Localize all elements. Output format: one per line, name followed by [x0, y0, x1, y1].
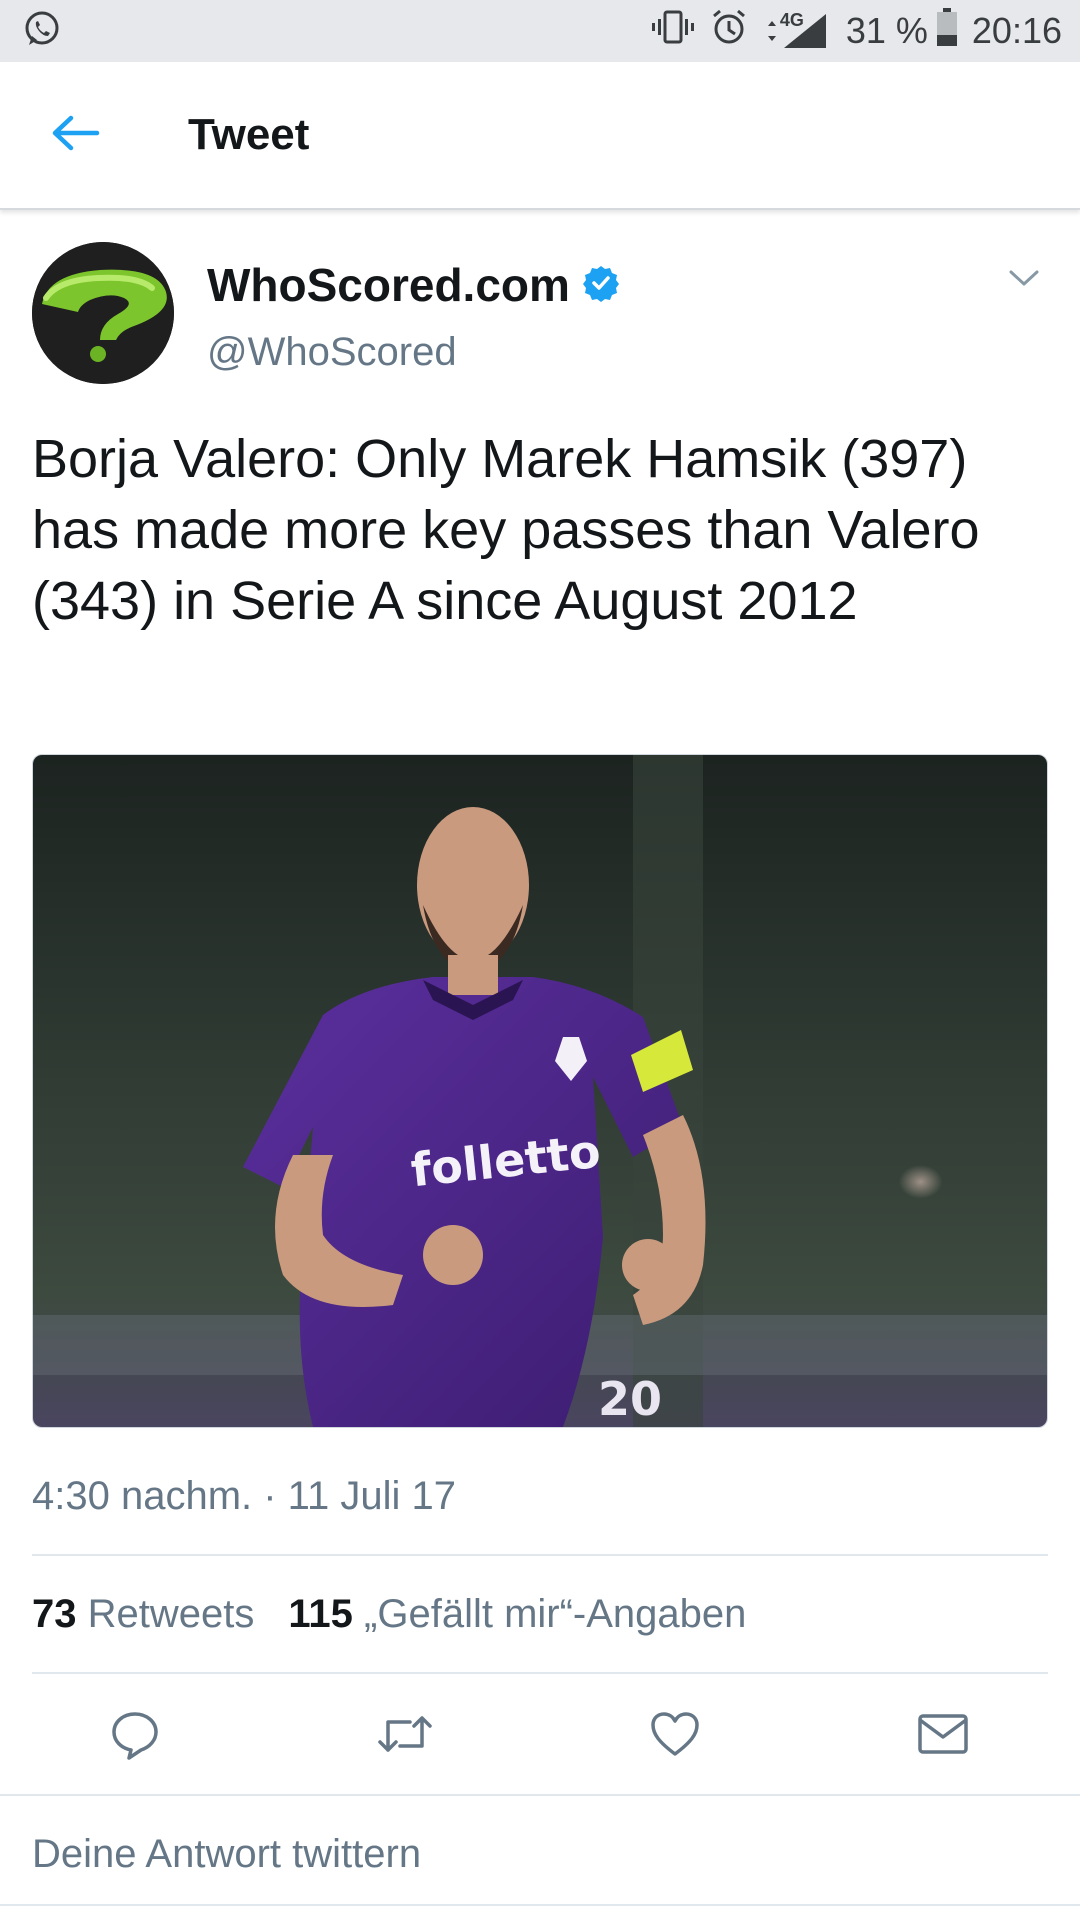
tweet-photo[interactable]: 20 folletto — [32, 754, 1048, 1428]
author-display-name[interactable]: WhoScored.com — [207, 258, 570, 312]
reply-input[interactable]: Deine Antwort twittern — [32, 1832, 421, 1877]
battery: 31 % — [846, 7, 958, 56]
network-type: 4G — [779, 10, 804, 30]
clock: 20:16 — [971, 10, 1062, 51]
retweets-label: Retweets — [87, 1592, 255, 1636]
reply-icon — [109, 1708, 161, 1765]
divider — [0, 1794, 1080, 1796]
reply-button[interactable] — [85, 1676, 185, 1796]
arrow-left-icon — [49, 113, 101, 158]
chevron-down-icon — [1008, 268, 1040, 293]
tweet-menu-button[interactable] — [1000, 256, 1048, 304]
like-button[interactable] — [625, 1676, 725, 1796]
vibrate-icon — [650, 9, 696, 54]
author-info: WhoScored.com @WhoScored — [207, 258, 620, 375]
divider — [32, 1554, 1048, 1556]
battery-icon — [936, 7, 958, 56]
battery-percent: 31 % — [845, 10, 928, 51]
mail-icon — [916, 1712, 970, 1761]
retweets-count: 73 — [32, 1592, 77, 1636]
svg-text:20: 20 — [598, 1372, 662, 1426]
likes-label: „Gefällt mir“-Angaben — [364, 1592, 747, 1636]
avatar[interactable] — [32, 242, 174, 384]
direct-message-button[interactable] — [893, 1676, 993, 1796]
player-photo: 20 folletto — [33, 755, 1047, 1427]
retweet-icon — [376, 1712, 434, 1761]
alarm-icon — [710, 8, 748, 55]
likes-stat[interactable]: 115 „Gefällt mir“-Angaben — [288, 1592, 746, 1637]
whatsapp-icon — [22, 9, 62, 54]
status-right: 4G 31 % 20:16 — [650, 7, 1062, 56]
verified-badge-icon — [582, 264, 620, 307]
status-left — [22, 9, 62, 54]
page-title: Tweet — [188, 110, 310, 159]
divider — [0, 1904, 1080, 1906]
tweet-stats: 73 Retweets 115 „Gefällt mir“-Angaben — [32, 1592, 746, 1637]
app-bar: Tweet — [0, 62, 1080, 210]
status-bar: 4G 31 % 20:16 — [0, 0, 1080, 62]
retweets-stat[interactable]: 73 Retweets — [32, 1592, 254, 1637]
heart-icon — [649, 1710, 701, 1763]
divider — [32, 1672, 1048, 1674]
tweet-timestamp[interactable]: 4:30 nachm. · 11 Juli 17 — [32, 1474, 456, 1519]
retweet-button[interactable] — [355, 1676, 455, 1796]
author-name-row: WhoScored.com — [207, 258, 620, 312]
author-handle[interactable]: @WhoScored — [207, 330, 620, 375]
signal-icon: 4G — [762, 10, 832, 50]
tweet-header: WhoScored.com @WhoScored — [32, 242, 1048, 388]
back-button[interactable] — [0, 61, 150, 209]
likes-count: 115 — [288, 1592, 353, 1636]
tweet-text: Borja Valero: Only Marek Hamsik (397) ha… — [32, 429, 980, 631]
tweet-actions — [0, 1676, 1080, 1796]
whoscored-logo-icon — [32, 242, 174, 384]
